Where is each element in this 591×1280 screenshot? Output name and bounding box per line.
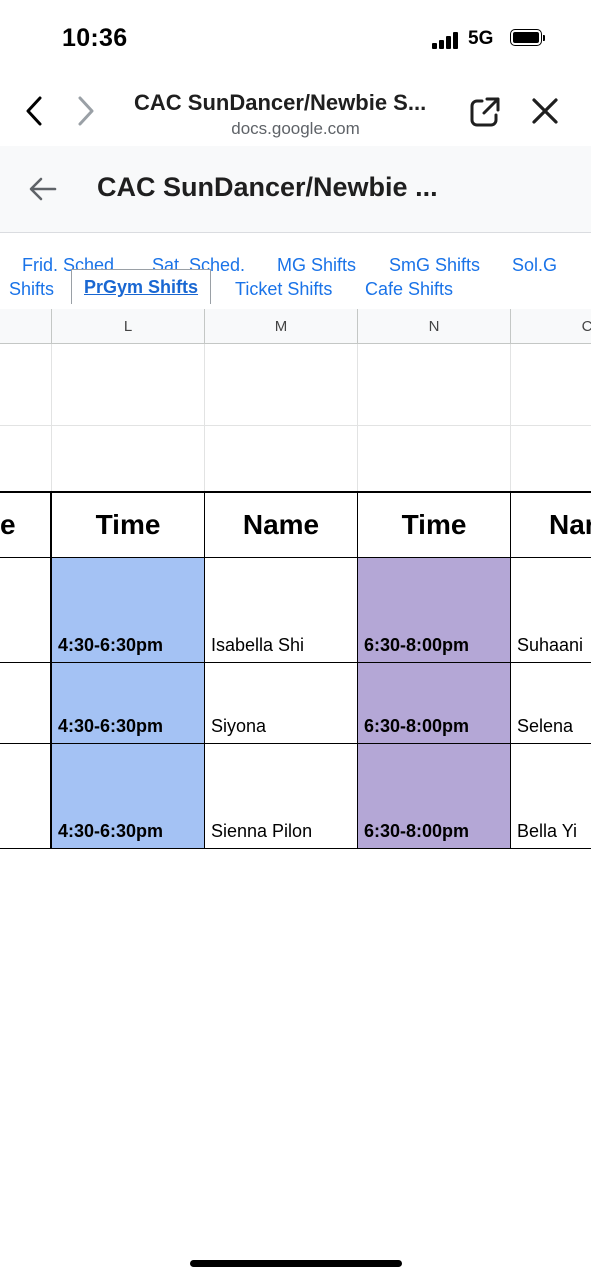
table-cell-name[interactable]: Suhaani	[511, 558, 591, 663]
open-in-browser-button[interactable]	[468, 95, 502, 129]
grid-cell[interactable]	[511, 426, 591, 492]
tab-sol-g-shifts[interactable]: Shifts	[9, 279, 54, 300]
table-cell-time[interactable]: 4:30-6:30pm	[52, 663, 205, 744]
status-bar: 10:36 5G	[0, 0, 591, 80]
column-header-l[interactable]: L	[52, 309, 205, 344]
header-name-1: Name	[242, 509, 320, 540]
grid-cell[interactable]	[0, 426, 52, 492]
browser-bar: CAC SunDancer/Newbie S... docs.google.co…	[0, 80, 591, 146]
grid-cell[interactable]	[52, 344, 205, 426]
grid-cell[interactable]	[358, 344, 511, 426]
shift-time: 6:30-8:00pm	[364, 635, 470, 655]
tab-prgym-shifts[interactable]: PrGym Shifts	[71, 269, 212, 304]
page-title: CAC SunDancer/Newbie S...	[134, 90, 427, 115]
status-time: 10:36	[62, 24, 128, 52]
table-cell-time[interactable]: 4:30-6:30pm	[52, 558, 205, 663]
table-cell-time[interactable]: 6:30-8:00pm	[358, 663, 511, 744]
table-cell-name[interactable]: Selena	[511, 663, 591, 744]
close-button[interactable]	[528, 94, 562, 128]
grid-cell[interactable]	[205, 426, 358, 492]
table-header-cell[interactable]: Name	[205, 492, 358, 558]
shift-time: 4:30-6:30pm	[58, 635, 164, 655]
home-indicator[interactable]	[190, 1260, 402, 1267]
table-header-cell[interactable]: e	[0, 492, 52, 558]
battery-icon	[510, 29, 546, 48]
column-header-n[interactable]: N	[358, 309, 511, 344]
header-time-2: Time	[401, 509, 467, 540]
table-cell[interactable]	[0, 663, 52, 744]
table-header-cell[interactable]: Time	[358, 492, 511, 558]
table-cell-name[interactable]: Isabella Shi	[205, 558, 358, 663]
table-cell-time[interactable]: 6:30-8:00pm	[358, 558, 511, 663]
grid-cell[interactable]	[0, 344, 52, 426]
spreadsheet-grid: L M N C e Time Name Time Nar 4:30-6:30pm…	[0, 309, 591, 849]
tab-ticket-shifts[interactable]: Ticket Shifts	[235, 279, 332, 300]
shift-time: 6:30-8:00pm	[364, 821, 470, 841]
tab-mg-shifts[interactable]: MG Shifts	[277, 255, 356, 276]
shift-time: 4:30-6:30pm	[58, 821, 164, 841]
table-cell-name[interactable]: Bella Yi	[511, 744, 591, 849]
sheets-back-button[interactable]	[28, 174, 58, 204]
grid-cell[interactable]	[358, 426, 511, 492]
volunteer-name: Sienna Pilon	[211, 821, 313, 841]
tab-smg-shifts[interactable]: SmG Shifts	[389, 255, 480, 276]
table-cell-name[interactable]: Sienna Pilon	[205, 744, 358, 849]
volunteer-name: Isabella Shi	[211, 635, 305, 655]
grid-cell[interactable]	[52, 426, 205, 492]
volunteer-name: Bella Yi	[517, 821, 578, 841]
sheet-tabs: Frid. Sched... Sat. Sched. MG Shifts SmG…	[0, 233, 591, 310]
tab-sol-g[interactable]: Sol.G	[512, 255, 557, 276]
table-cell-name[interactable]: Siyona	[205, 663, 358, 744]
header-name-partial: e	[0, 509, 16, 540]
volunteer-name: Siyona	[211, 716, 267, 736]
table-header-cell[interactable]: Time	[52, 492, 205, 558]
signal-strength-icon	[432, 31, 462, 49]
network-type: 5G	[468, 28, 494, 49]
column-header-o[interactable]: C	[511, 309, 591, 344]
grid-cell[interactable]	[511, 344, 591, 426]
arrow-back-icon	[29, 177, 57, 201]
page-domain: docs.google.com	[231, 119, 360, 138]
close-icon	[532, 98, 558, 124]
open-external-icon	[470, 97, 500, 127]
sheets-app-bar: CAC SunDancer/Newbie ...	[0, 146, 591, 233]
header-time-1: Time	[95, 509, 161, 540]
volunteer-name: Suhaani	[517, 635, 584, 655]
column-header-k[interactable]	[0, 309, 52, 344]
table-cell-time[interactable]: 4:30-6:30pm	[52, 744, 205, 849]
table-cell[interactable]	[0, 744, 52, 849]
document-title: CAC SunDancer/Newbie ...	[97, 172, 438, 202]
table-cell-time[interactable]: 6:30-8:00pm	[358, 744, 511, 849]
column-header-m[interactable]: M	[205, 309, 358, 344]
table-header-cell[interactable]: Nar	[511, 492, 591, 558]
shift-time: 4:30-6:30pm	[58, 716, 164, 736]
header-name-2: Nar	[549, 509, 591, 540]
table-cell[interactable]	[0, 558, 52, 663]
volunteer-name: Selena	[517, 716, 574, 736]
tab-cafe-shifts[interactable]: Cafe Shifts	[365, 279, 453, 300]
shift-time: 6:30-8:00pm	[364, 716, 470, 736]
grid-cell[interactable]	[205, 344, 358, 426]
